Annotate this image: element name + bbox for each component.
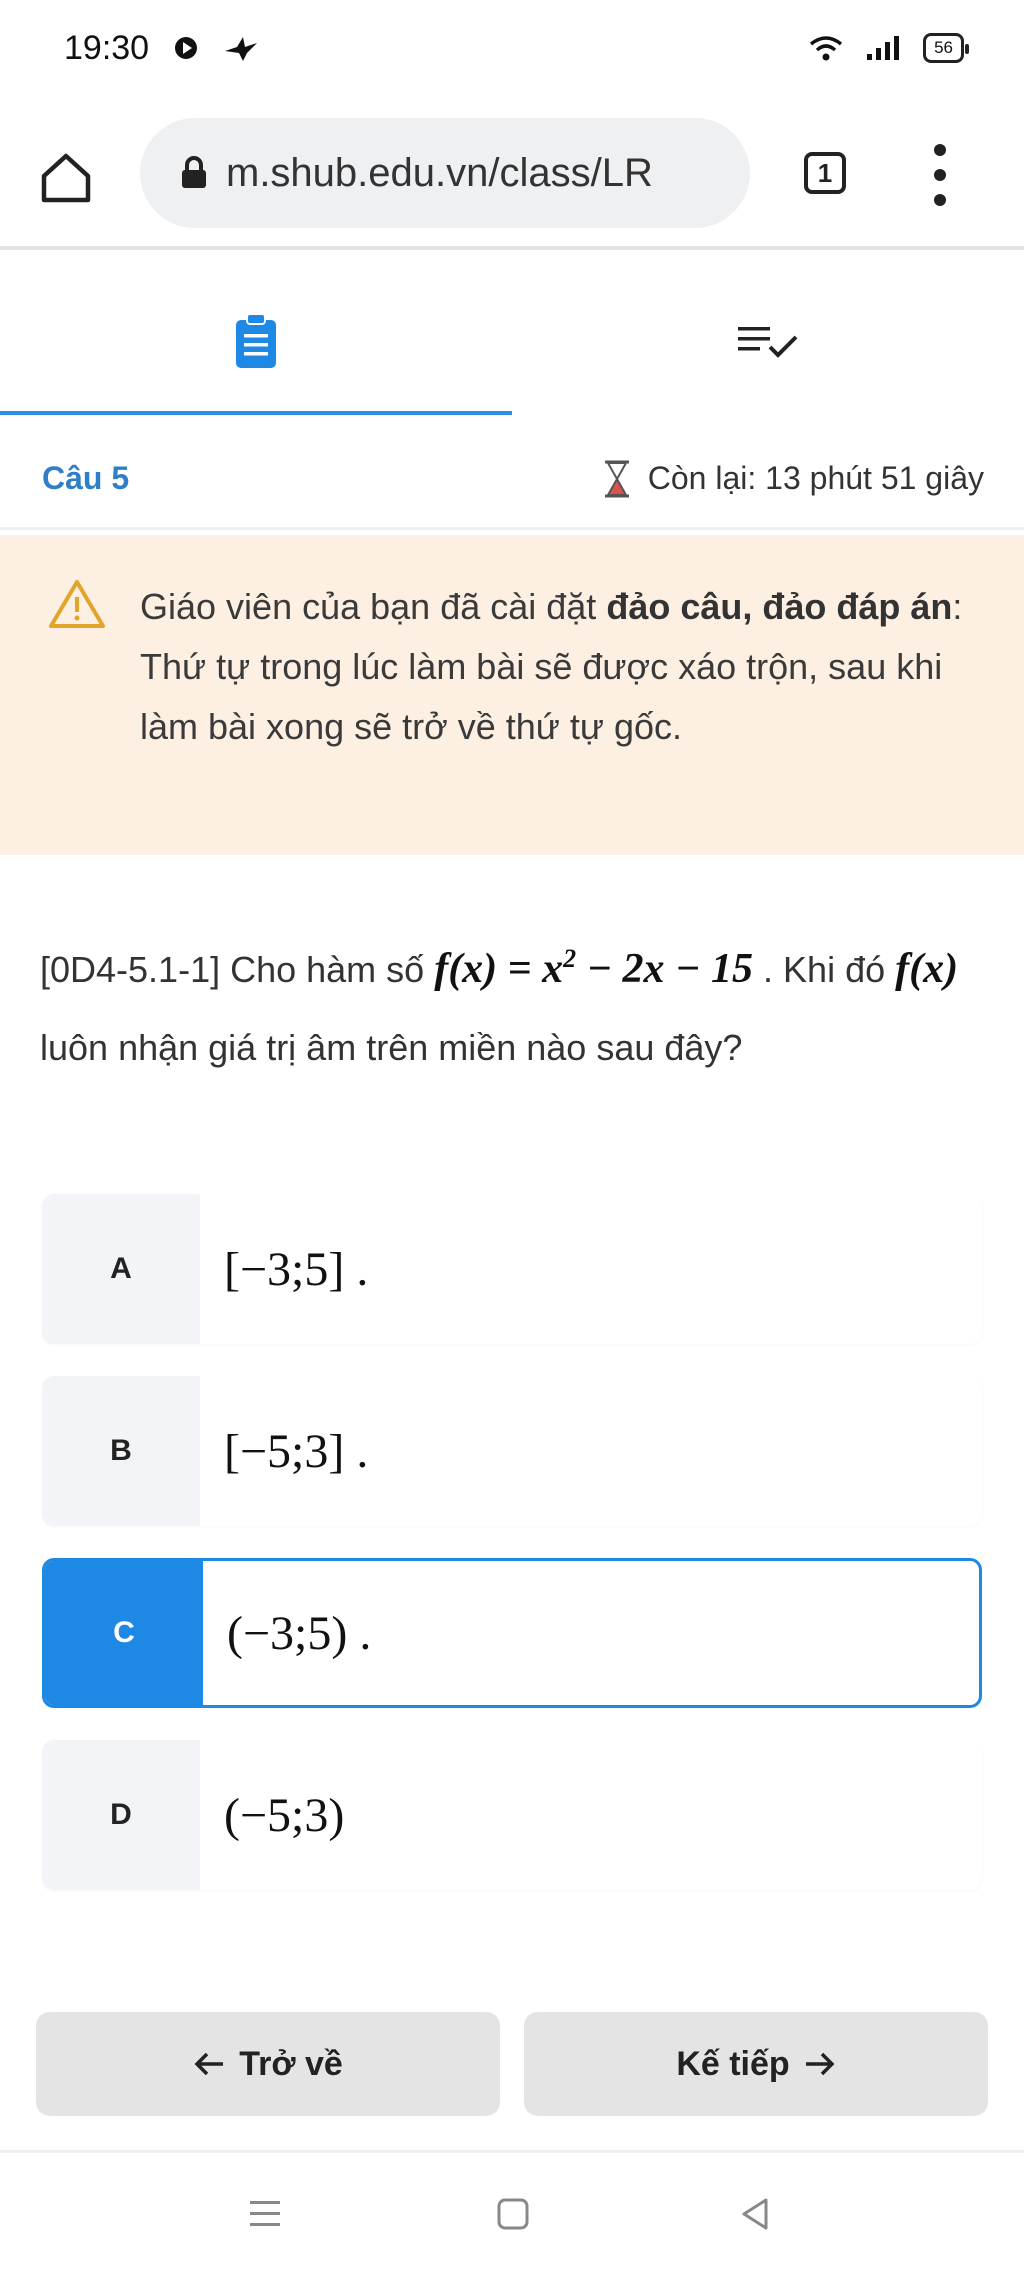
option-a[interactable]: A [−3;5] . (42, 1194, 982, 1344)
notice-text-bold: đảo câu, đảo đáp án (606, 586, 953, 627)
hourglass-icon (604, 460, 629, 497)
option-letter: B (42, 1376, 200, 1526)
option-letter: A (42, 1194, 200, 1344)
browser-toolbar: m.shub.edu.vn/class/LR 1 (0, 100, 1024, 250)
signal-icon (867, 36, 900, 60)
option-d[interactable]: D (−5;3) (42, 1740, 982, 1890)
next-button-label: Kế tiếp (676, 2044, 790, 2083)
formula-exponent: 2 (563, 944, 577, 973)
exam-tabs (0, 270, 1024, 415)
formula-tail: − 2x − 15 (576, 946, 754, 992)
question-text: [0D4-5.1-1] Cho hàm số f(x) = x2 − 2x − … (40, 920, 990, 1087)
question-number: Câu 5 (42, 460, 130, 496)
countdown-timer: Còn lại: 13 phút 51 giây (602, 460, 984, 498)
back-button[interactable]: Trở về (36, 2012, 500, 2116)
question-formula: f(x) = x2 − 2x − 15 (434, 944, 754, 992)
system-navigation-bar (0, 2150, 1024, 2276)
tab-switcher-button[interactable]: 1 (804, 152, 846, 194)
checklist-icon (738, 326, 798, 358)
option-value: [−5;3] . (224, 1424, 369, 1478)
back-nav-icon[interactable] (738, 2197, 772, 2231)
lock-icon (182, 156, 206, 188)
question-mid: . Khi đó (763, 949, 886, 990)
status-time: 19:30 (64, 28, 150, 67)
warning-icon (49, 580, 105, 628)
home-nav-icon[interactable] (496, 2197, 530, 2231)
clipboard-icon (236, 312, 276, 368)
tab-answer-list[interactable] (512, 270, 1024, 411)
question-end: luôn nhận giá trị âm trên miền nào sau đ… (40, 1027, 743, 1068)
question-header: Câu 5 Còn lại: 13 phút 51 giây (0, 430, 1024, 530)
shuffle-notice: Giáo viên của bạn đã cài đặt đảo câu, đả… (0, 535, 1024, 855)
notice-text-prefix: Giáo viên của bạn đã cài đặt (140, 586, 607, 627)
arrow-right-icon (805, 2052, 835, 2076)
arrow-left-icon (194, 2052, 224, 2076)
bird-icon (225, 37, 258, 61)
option-b[interactable]: B [−5;3] . (42, 1376, 982, 1526)
url-text: m.shub.edu.vn/class/LR (226, 150, 653, 195)
option-value: (−5;3) (224, 1788, 345, 1842)
option-value: [−3;5] . (224, 1242, 369, 1296)
wifi-icon (809, 36, 843, 61)
option-value: (−3;5) . (227, 1606, 372, 1660)
formula-f: f(x) (434, 946, 498, 992)
question-fx: f(x) (895, 946, 959, 992)
option-letter: D (42, 1740, 200, 1890)
active-tab-indicator (0, 411, 512, 415)
record-icon (175, 37, 198, 59)
battery-indicator: 56 (923, 33, 969, 63)
home-icon[interactable] (38, 150, 94, 206)
back-button-label: Trở về (239, 2044, 343, 2083)
status-bar: 19:30 56 (0, 0, 1024, 96)
more-options-icon[interactable] (930, 142, 950, 208)
next-button[interactable]: Kế tiếp (524, 2012, 988, 2116)
question-code: [0D4-5.1-1] Cho hàm số (40, 949, 425, 990)
tab-question[interactable] (0, 270, 512, 411)
option-letter: C (45, 1561, 203, 1705)
timer-text: Còn lại: 13 phút 51 giây (647, 460, 984, 496)
recent-apps-icon[interactable] (248, 2197, 282, 2231)
address-bar[interactable]: m.shub.edu.vn/class/LR (140, 118, 750, 228)
option-c[interactable]: C (−3;5) . (42, 1558, 982, 1708)
formula-rest: = x (507, 946, 564, 992)
